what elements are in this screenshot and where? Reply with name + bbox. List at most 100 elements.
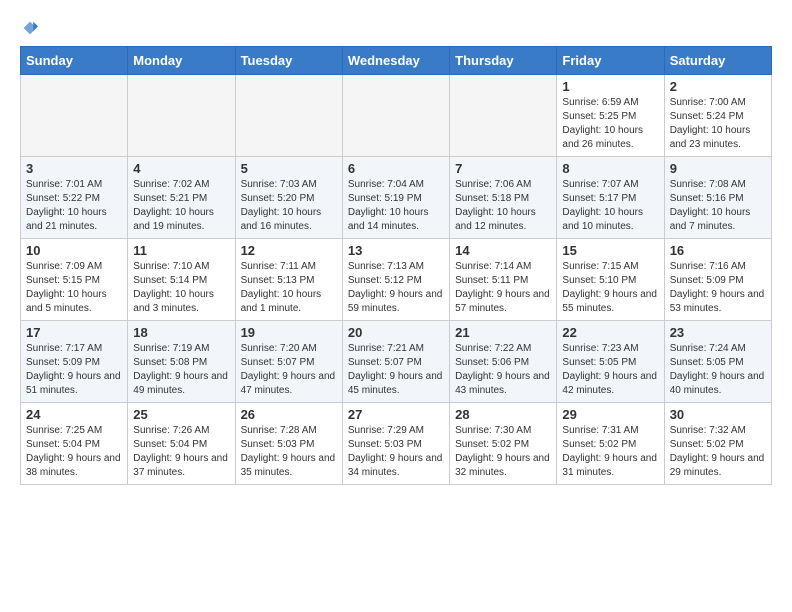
day-number: 23 xyxy=(670,325,766,340)
day-info: Sunrise: 7:22 AMSunset: 5:06 PMDaylight:… xyxy=(455,342,551,398)
day-number: 9 xyxy=(670,161,766,176)
day-number: 6 xyxy=(348,161,444,176)
day-number: 25 xyxy=(133,407,229,422)
weekday-header-tuesday: Tuesday xyxy=(235,47,342,75)
calendar-cell: 6 Sunrise: 7:04 AMSunset: 5:19 PMDaylight… xyxy=(342,157,449,239)
calendar-cell: 10Sunrise: 7:09 AMSunset: 5:15 PMDayligh… xyxy=(21,239,128,321)
calendar-cell xyxy=(235,75,342,157)
calendar-week-row: 3 Sunrise: 7:01 AMSunset: 5:22 PMDaylight… xyxy=(21,157,772,239)
header xyxy=(20,20,772,36)
day-info: Sunrise: 7:06 AMSunset: 5:18 PMDaylight:… xyxy=(455,178,551,234)
calendar-cell: 7 Sunrise: 7:06 AMSunset: 5:18 PMDaylight… xyxy=(450,157,557,239)
page: SundayMondayTuesdayWednesdayThursdayFrid… xyxy=(0,0,792,495)
day-info: Sunrise: 7:02 AMSunset: 5:21 PMDaylight:… xyxy=(133,178,229,234)
day-info: Sunrise: 7:28 AMSunset: 5:03 PMDaylight:… xyxy=(241,424,337,480)
calendar-cell: 28 Sunrise: 7:30 AMSunset: 5:02 PMDayligh… xyxy=(450,403,557,485)
weekday-header-wednesday: Wednesday xyxy=(342,47,449,75)
day-info: Sunrise: 7:07 AMSunset: 5:17 PMDaylight:… xyxy=(562,178,658,234)
day-number: 15 xyxy=(562,243,658,258)
calendar-cell: 15 Sunrise: 7:15 AMSunset: 5:10 PMDayligh… xyxy=(557,239,664,321)
calendar-cell: 29 Sunrise: 7:31 AMSunset: 5:02 PMDayligh… xyxy=(557,403,664,485)
calendar-cell: 22 Sunrise: 7:23 AMSunset: 5:05 PMDayligh… xyxy=(557,321,664,403)
day-number: 26 xyxy=(241,407,337,422)
day-number: 14 xyxy=(455,243,551,258)
day-info: Sunrise: 7:31 AMSunset: 5:02 PMDaylight:… xyxy=(562,424,658,480)
calendar-cell: 8 Sunrise: 7:07 AMSunset: 5:17 PMDaylight… xyxy=(557,157,664,239)
day-number: 29 xyxy=(562,407,658,422)
calendar-cell: 4 Sunrise: 7:02 AMSunset: 5:21 PMDaylight… xyxy=(128,157,235,239)
calendar-cell: 20 Sunrise: 7:21 AMSunset: 5:07 PMDayligh… xyxy=(342,321,449,403)
day-info: Sunrise: 7:23 AMSunset: 5:05 PMDaylight:… xyxy=(562,342,658,398)
day-info: Sunrise: 7:13 AMSunset: 5:12 PMDaylight:… xyxy=(348,260,444,316)
day-number: 11 xyxy=(133,243,229,258)
calendar-cell: 13 Sunrise: 7:13 AMSunset: 5:12 PMDayligh… xyxy=(342,239,449,321)
day-number: 19 xyxy=(241,325,337,340)
day-info: Sunrise: 6:59 AMSunset: 5:25 PMDaylight:… xyxy=(562,96,658,152)
calendar-cell: 21Sunrise: 7:22 AMSunset: 5:06 PMDayligh… xyxy=(450,321,557,403)
day-number: 13 xyxy=(348,243,444,258)
calendar-cell: 25 Sunrise: 7:26 AMSunset: 5:04 PMDayligh… xyxy=(128,403,235,485)
calendar-cell: 19 Sunrise: 7:20 AMSunset: 5:07 PMDayligh… xyxy=(235,321,342,403)
weekday-header-saturday: Saturday xyxy=(664,47,771,75)
day-number: 7 xyxy=(455,161,551,176)
calendar-cell xyxy=(342,75,449,157)
calendar-week-row: 17Sunrise: 7:17 AMSunset: 5:09 PMDayligh… xyxy=(21,321,772,403)
calendar-cell: 5 Sunrise: 7:03 AMSunset: 5:20 PMDaylight… xyxy=(235,157,342,239)
logo xyxy=(20,20,38,36)
calendar-cell: 11Sunrise: 7:10 AMSunset: 5:14 PMDayligh… xyxy=(128,239,235,321)
day-number: 4 xyxy=(133,161,229,176)
day-number: 17 xyxy=(26,325,122,340)
logo-icon xyxy=(22,20,38,36)
day-info: Sunrise: 7:25 AMSunset: 5:04 PMDaylight:… xyxy=(26,424,122,480)
day-info: Sunrise: 7:26 AMSunset: 5:04 PMDaylight:… xyxy=(133,424,229,480)
calendar-cell xyxy=(128,75,235,157)
day-number: 22 xyxy=(562,325,658,340)
day-number: 27 xyxy=(348,407,444,422)
calendar-cell: 30 Sunrise: 7:32 AMSunset: 5:02 PMDayligh… xyxy=(664,403,771,485)
day-info: Sunrise: 7:30 AMSunset: 5:02 PMDaylight:… xyxy=(455,424,551,480)
day-info: Sunrise: 7:14 AMSunset: 5:11 PMDaylight:… xyxy=(455,260,551,316)
day-number: 18 xyxy=(133,325,229,340)
day-info: Sunrise: 7:15 AMSunset: 5:10 PMDaylight:… xyxy=(562,260,658,316)
day-info: Sunrise: 7:21 AMSunset: 5:07 PMDaylight:… xyxy=(348,342,444,398)
calendar-cell xyxy=(21,75,128,157)
day-info: Sunrise: 7:08 AMSunset: 5:16 PMDaylight:… xyxy=(670,178,766,234)
calendar-week-row: 10Sunrise: 7:09 AMSunset: 5:15 PMDayligh… xyxy=(21,239,772,321)
day-number: 16 xyxy=(670,243,766,258)
calendar-cell: 17Sunrise: 7:17 AMSunset: 5:09 PMDayligh… xyxy=(21,321,128,403)
day-number: 24 xyxy=(26,407,122,422)
day-info: Sunrise: 7:16 AMSunset: 5:09 PMDaylight:… xyxy=(670,260,766,316)
weekday-header-thursday: Thursday xyxy=(450,47,557,75)
day-info: Sunrise: 7:29 AMSunset: 5:03 PMDaylight:… xyxy=(348,424,444,480)
weekday-header-monday: Monday xyxy=(128,47,235,75)
day-number: 28 xyxy=(455,407,551,422)
day-number: 12 xyxy=(241,243,337,258)
day-number: 1 xyxy=(562,79,658,94)
weekday-header-sunday: Sunday xyxy=(21,47,128,75)
calendar-cell: 23 Sunrise: 7:24 AMSunset: 5:05 PMDayligh… xyxy=(664,321,771,403)
day-number: 8 xyxy=(562,161,658,176)
calendar-cell: 16 Sunrise: 7:16 AMSunset: 5:09 PMDayligh… xyxy=(664,239,771,321)
day-number: 30 xyxy=(670,407,766,422)
calendar-cell: 27 Sunrise: 7:29 AMSunset: 5:03 PMDayligh… xyxy=(342,403,449,485)
calendar-cell: 1 Sunrise: 6:59 AMSunset: 5:25 PMDaylight… xyxy=(557,75,664,157)
day-info: Sunrise: 7:19 AMSunset: 5:08 PMDaylight:… xyxy=(133,342,229,398)
day-number: 20 xyxy=(348,325,444,340)
day-info: Sunrise: 7:03 AMSunset: 5:20 PMDaylight:… xyxy=(241,178,337,234)
day-number: 3 xyxy=(26,161,122,176)
calendar-cell: 24 Sunrise: 7:25 AMSunset: 5:04 PMDayligh… xyxy=(21,403,128,485)
day-number: 5 xyxy=(241,161,337,176)
day-info: Sunrise: 7:20 AMSunset: 5:07 PMDaylight:… xyxy=(241,342,337,398)
weekday-header-row: SundayMondayTuesdayWednesdayThursdayFrid… xyxy=(21,47,772,75)
day-info: Sunrise: 7:32 AMSunset: 5:02 PMDaylight:… xyxy=(670,424,766,480)
day-info: Sunrise: 7:24 AMSunset: 5:05 PMDaylight:… xyxy=(670,342,766,398)
weekday-header-friday: Friday xyxy=(557,47,664,75)
day-info: Sunrise: 7:01 AMSunset: 5:22 PMDaylight:… xyxy=(26,178,122,234)
day-info: Sunrise: 7:04 AMSunset: 5:19 PMDaylight:… xyxy=(348,178,444,234)
calendar-cell: 12Sunrise: 7:11 AMSunset: 5:13 PMDayligh… xyxy=(235,239,342,321)
day-info: Sunrise: 7:09 AMSunset: 5:15 PMDaylight:… xyxy=(26,260,122,316)
calendar-cell xyxy=(450,75,557,157)
calendar-cell: 26 Sunrise: 7:28 AMSunset: 5:03 PMDayligh… xyxy=(235,403,342,485)
day-info: Sunrise: 7:00 AMSunset: 5:24 PMDaylight:… xyxy=(670,96,766,152)
calendar-cell: 14 Sunrise: 7:14 AMSunset: 5:11 PMDayligh… xyxy=(450,239,557,321)
